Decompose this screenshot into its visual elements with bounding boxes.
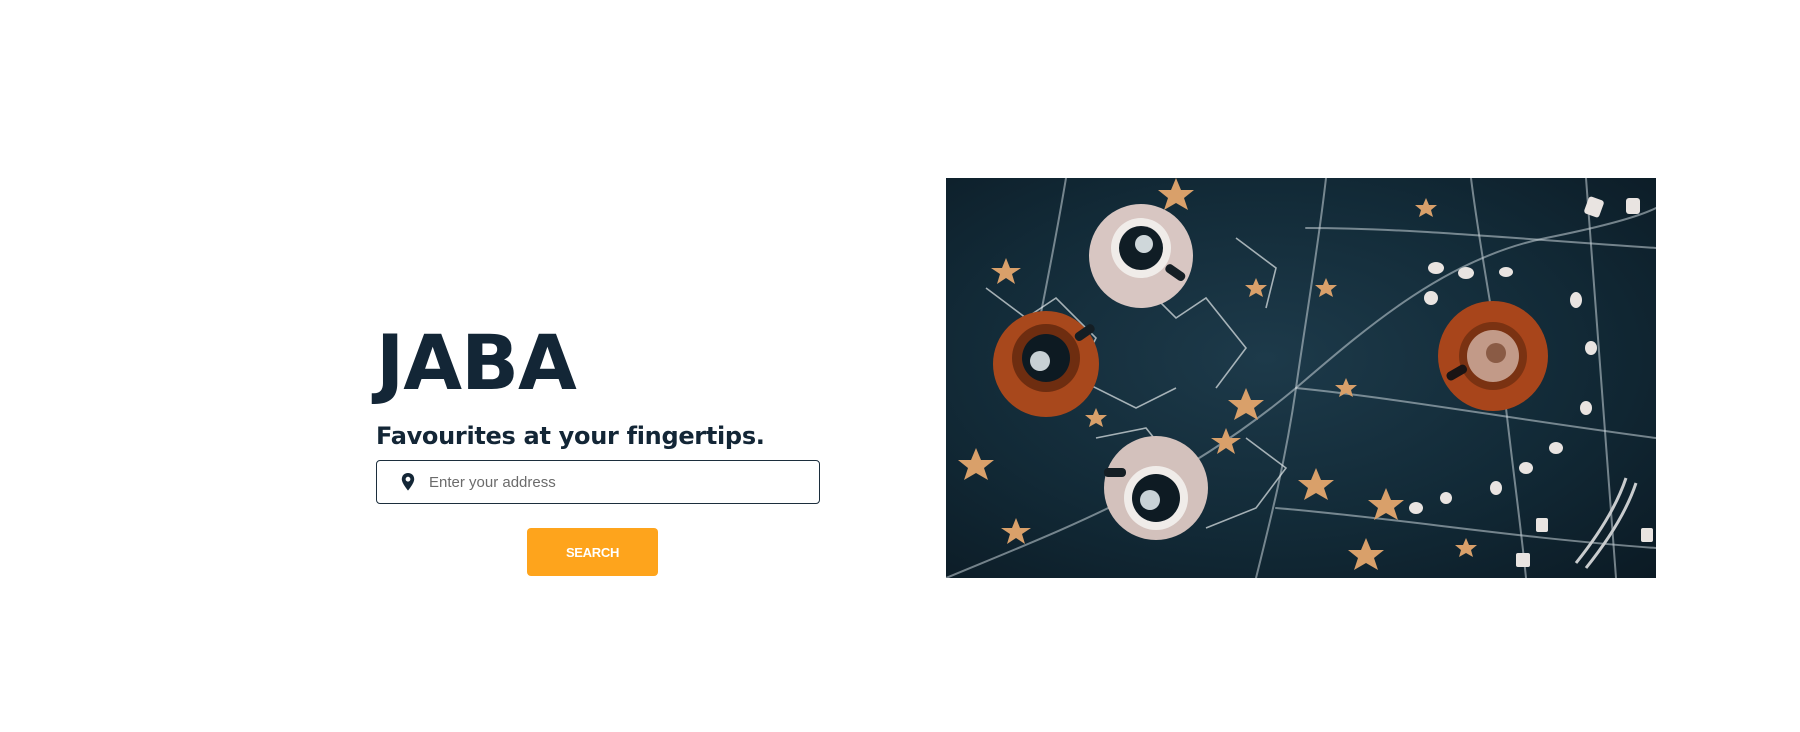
hero-left: JABA Favourites at your fingertips. SEAR…: [376, 318, 826, 576]
search-button[interactable]: SEARCH: [527, 528, 658, 576]
location-pin-icon: [401, 473, 415, 491]
address-search-box[interactable]: [376, 460, 820, 504]
coffee-constellation-illustration: [946, 178, 1656, 578]
tagline: Favourites at your fingertips.: [376, 422, 765, 450]
address-input[interactable]: [427, 466, 819, 498]
brand-title: JABA: [376, 318, 577, 407]
hero-image: [946, 178, 1656, 578]
